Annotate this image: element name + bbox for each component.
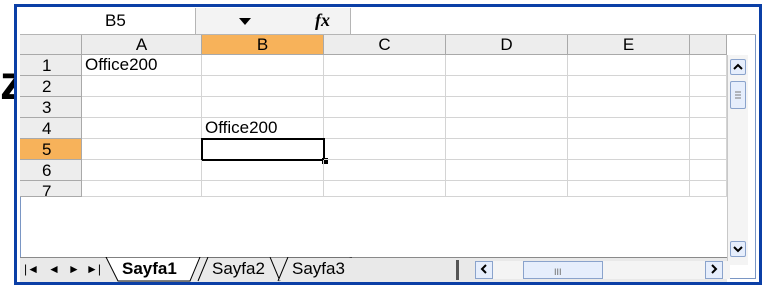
cell-e3[interactable]	[568, 97, 690, 118]
cell-a5[interactable]	[82, 139, 202, 160]
cell-c2[interactable]	[324, 76, 446, 97]
cell-d5[interactable]	[446, 139, 568, 160]
cell-d6[interactable]	[446, 160, 568, 181]
cell-c5[interactable]	[324, 139, 446, 160]
row-header-5[interactable]: 5	[20, 139, 82, 160]
cell-f4[interactable]	[690, 118, 727, 139]
cell-e2[interactable]	[568, 76, 690, 97]
name-box-value: B5	[105, 11, 126, 30]
cell-f3[interactable]	[690, 97, 727, 118]
column-header-e[interactable]: E	[568, 35, 690, 55]
sheet-tab-sayfa3[interactable]: Sayfa3	[292, 257, 354, 281]
name-box[interactable]: B5	[20, 8, 196, 34]
name-box-dropdown-icon[interactable]	[239, 18, 251, 25]
vertical-scroll-thumb[interactable]	[730, 81, 746, 109]
cell-a3[interactable]	[82, 97, 202, 118]
cell-f2[interactable]	[690, 76, 727, 97]
chevron-down-icon	[733, 246, 743, 253]
grip-icon	[735, 91, 741, 99]
cell-a4[interactable]	[82, 118, 202, 139]
cell-c1[interactable]	[324, 55, 446, 76]
cell-b1[interactable]	[202, 55, 324, 76]
cell-b3[interactable]	[202, 97, 324, 118]
cell-c4[interactable]	[324, 118, 446, 139]
row-header-1[interactable]: 1	[20, 55, 82, 76]
cell-a7[interactable]	[82, 181, 202, 197]
cell-e4[interactable]	[568, 118, 690, 139]
scroll-left-button[interactable]	[475, 261, 493, 279]
chevron-left-icon	[480, 264, 487, 274]
row-header-2[interactable]: 2	[20, 76, 82, 97]
cell-a2[interactable]	[82, 76, 202, 97]
horizontal-scrollbar[interactable]: III	[475, 261, 730, 279]
cell-f7[interactable]	[690, 181, 727, 197]
insert-function-icon[interactable]: fx	[315, 10, 330, 31]
cell-d7[interactable]	[446, 181, 568, 197]
column-header-d[interactable]: D	[446, 35, 568, 55]
scroll-down-button[interactable]	[730, 241, 746, 257]
sheet-tab-sayfa1[interactable]: Sayfa1	[122, 257, 177, 281]
cell-f5[interactable]	[690, 139, 727, 160]
column-header-partial[interactable]	[690, 35, 727, 55]
cell-b4[interactable]: Office200	[202, 118, 324, 139]
cell-d4[interactable]	[446, 118, 568, 139]
row-header-7[interactable]: 7	[20, 181, 82, 197]
row-header-6[interactable]: 6	[20, 160, 82, 181]
cell-b6[interactable]	[202, 160, 324, 181]
column-header-b[interactable]: B	[202, 35, 324, 55]
next-sheet-button[interactable]: ►	[68, 262, 80, 276]
column-header-c[interactable]: C	[324, 35, 446, 55]
cell-e1[interactable]	[568, 55, 690, 76]
horizontal-scroll-thumb[interactable]: III	[523, 261, 603, 279]
cell-c7[interactable]	[324, 181, 446, 197]
cell-d3[interactable]	[446, 97, 568, 118]
row-header-4[interactable]: 4	[20, 118, 82, 139]
cell-e5[interactable]	[568, 139, 690, 160]
cell-c3[interactable]	[324, 97, 446, 118]
cell-f6[interactable]	[690, 160, 727, 181]
vertical-scrollbar[interactable]	[727, 55, 748, 265]
cell-a1[interactable]: Office200	[82, 55, 202, 76]
active-cell-b5[interactable]	[201, 138, 325, 161]
cell-e7[interactable]	[568, 181, 690, 197]
cell-d1[interactable]	[446, 55, 568, 76]
cell-d2[interactable]	[446, 76, 568, 97]
select-all-corner[interactable]	[20, 35, 82, 55]
row-header-3[interactable]: 3	[20, 97, 82, 118]
chevron-right-icon	[711, 264, 718, 274]
cell-c6[interactable]	[324, 160, 446, 181]
scroll-right-button[interactable]	[705, 261, 723, 279]
sheet-tab-bar: |◄ ◄ ► ►| Sayfa1 Sayfa2 Sayfa3 III	[20, 257, 730, 282]
first-sheet-button[interactable]: |◄	[24, 262, 39, 276]
cell-b7[interactable]	[202, 181, 324, 197]
scroll-up-button[interactable]	[730, 59, 746, 75]
grip-icon: III	[554, 267, 562, 277]
previous-sheet-button[interactable]: ◄	[48, 262, 60, 276]
cell-b2[interactable]	[202, 76, 324, 97]
sheet-tab-sayfa2[interactable]: Sayfa2	[212, 257, 265, 281]
tab-split-handle[interactable]	[456, 260, 459, 280]
last-sheet-button[interactable]: ►|	[86, 262, 101, 276]
column-header-a[interactable]: A	[82, 35, 202, 55]
cell-f1[interactable]	[690, 55, 727, 76]
cell-e6[interactable]	[568, 160, 690, 181]
formula-input[interactable]	[351, 8, 756, 34]
cell-a6[interactable]	[82, 160, 202, 181]
formula-bar: B5 fx	[20, 8, 756, 35]
chevron-up-icon	[733, 63, 743, 70]
